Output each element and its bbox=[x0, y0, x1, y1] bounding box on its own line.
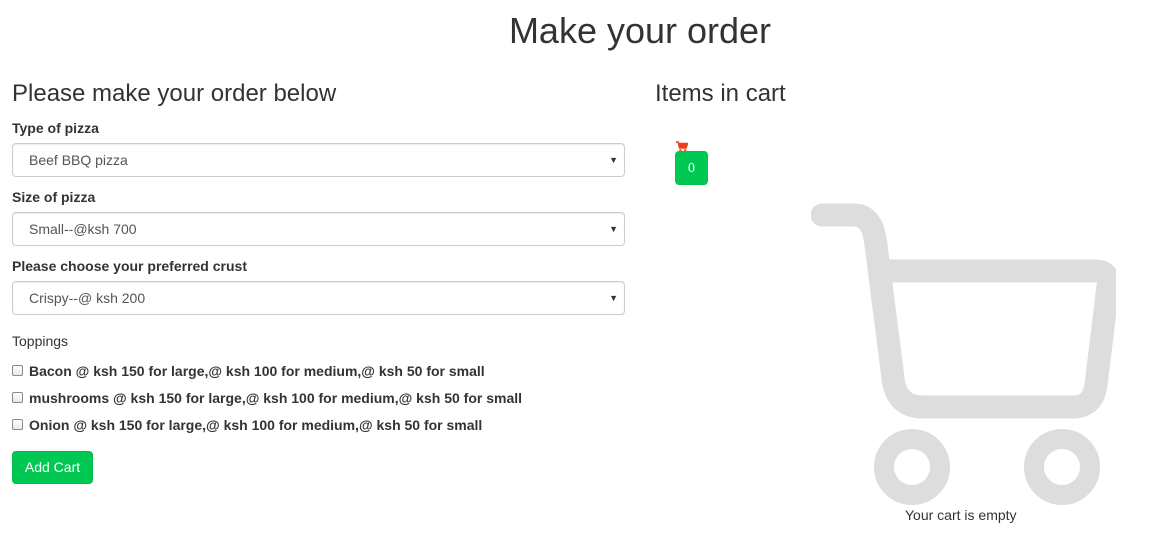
pizza-type-select[interactable]: Beef BBQ pizza ▼ bbox=[12, 143, 625, 177]
topping-bacon-label: Bacon @ ksh 150 for large,@ ksh 100 for … bbox=[29, 362, 485, 379]
add-cart-button[interactable]: Add Cart bbox=[12, 451, 93, 484]
empty-cart-icon bbox=[810, 203, 1120, 513]
pizza-type-value: Beef BBQ pizza bbox=[29, 152, 128, 168]
topping-onion-label: Onion @ ksh 150 for large,@ ksh 100 for … bbox=[29, 416, 483, 433]
chevron-down-icon: ▼ bbox=[609, 155, 618, 165]
order-form: Please make your order below Type of piz… bbox=[12, 80, 625, 438]
toppings-label: Toppings bbox=[12, 333, 69, 349]
toppings-list: Bacon @ ksh 150 for large,@ ksh 100 for … bbox=[12, 357, 625, 438]
chevron-down-icon: ▼ bbox=[609, 224, 618, 234]
crust-value: Crispy--@ ksh 200 bbox=[29, 290, 146, 306]
topping-mushrooms-checkbox[interactable] bbox=[12, 392, 23, 403]
crust-label: Please choose your preferred crust bbox=[12, 258, 247, 274]
pizza-size-label: Size of pizza bbox=[12, 189, 96, 205]
pizza-type-label: Type of pizza bbox=[12, 120, 99, 136]
cart-empty-message: Your cart is empty bbox=[905, 507, 1017, 523]
topping-mushrooms-label: mushrooms @ ksh 150 for large,@ ksh 100 … bbox=[29, 389, 523, 406]
topping-onion-checkbox[interactable] bbox=[12, 419, 23, 430]
chevron-down-icon: ▼ bbox=[609, 293, 618, 303]
topping-onion[interactable]: Onion @ ksh 150 for large,@ ksh 100 for … bbox=[12, 411, 625, 438]
cart-count-badge[interactable]: 0 bbox=[675, 151, 708, 185]
page-title: Make your order bbox=[508, 10, 772, 51]
topping-bacon[interactable]: Bacon @ ksh 150 for large,@ ksh 100 for … bbox=[12, 357, 625, 384]
topping-mushrooms[interactable]: mushrooms @ ksh 150 for large,@ ksh 100 … bbox=[12, 384, 625, 411]
cart-heading: Items in cart bbox=[655, 80, 786, 107]
topping-bacon-checkbox[interactable] bbox=[12, 365, 23, 376]
pizza-size-select[interactable]: Small--@ksh 700 ▼ bbox=[12, 212, 625, 246]
crust-select[interactable]: Crispy--@ ksh 200 ▼ bbox=[12, 281, 625, 315]
pizza-size-value: Small--@ksh 700 bbox=[29, 221, 137, 237]
order-form-heading: Please make your order below bbox=[12, 80, 337, 107]
